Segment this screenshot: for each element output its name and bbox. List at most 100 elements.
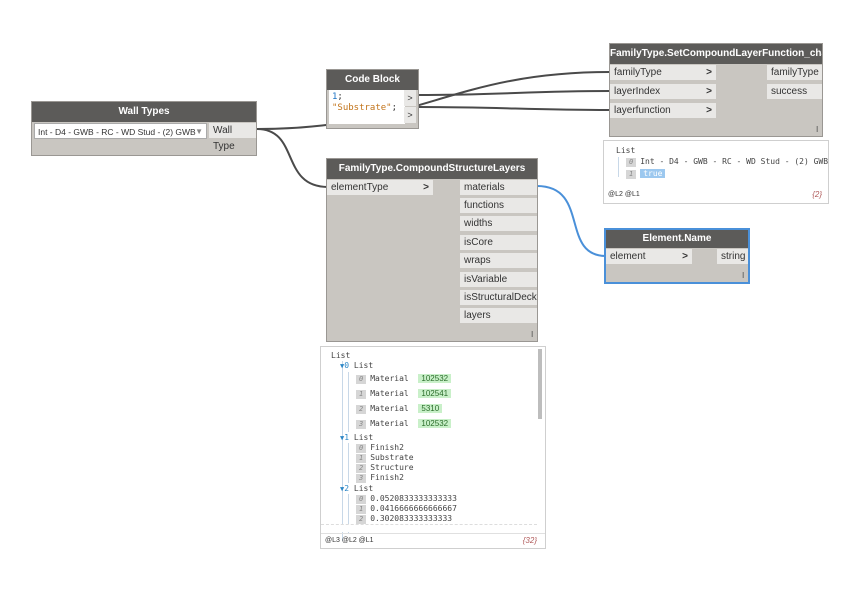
node-title: FamilyType.SetCompoundLayerFunction_chad (610, 44, 822, 64)
index-badge: 1 (356, 505, 367, 514)
output-port-isvariable[interactable]: isVariable (460, 272, 537, 288)
index-badge: 1 (626, 170, 637, 179)
preview-fade (321, 524, 537, 532)
port-label: Wall Type (213, 125, 235, 152)
port-label: layers (464, 310, 491, 321)
output-port-isstructuraldeck[interactable]: isStructuralDeck (460, 290, 537, 306)
output-port-materials[interactable]: materials (460, 180, 537, 196)
output-port-functions[interactable]: functions (460, 198, 537, 214)
port-label: layerfunction (614, 105, 671, 116)
preview-value: Finish2 (370, 443, 404, 452)
code-string: "Substrate" (332, 103, 392, 113)
preview-value: 0.0416666666666667 (370, 504, 457, 513)
output-port-string[interactable]: string (717, 249, 748, 265)
port-label: isStructuralDeck (464, 292, 537, 303)
input-port-familytype[interactable]: familyType > (610, 65, 716, 81)
list-index: 2 (344, 484, 350, 493)
preview-item: 3 Finish2 (356, 473, 404, 483)
output-port-familytype[interactable]: familyType (767, 65, 822, 81)
element-id[interactable]: 102541 (418, 389, 452, 398)
preview-item: 0 0.0520833333333333 (356, 494, 457, 504)
set-layer-function-node[interactable]: FamilyType.SetCompoundLayerFunction_chad… (609, 43, 823, 137)
output-port-layers[interactable]: layers (460, 308, 537, 324)
node-title: Code Block (327, 70, 418, 90)
chevron-down-icon[interactable]: ▼ (195, 124, 203, 138)
preview-item: 1 true (626, 169, 666, 179)
preview-item: 1 Substrate (356, 453, 414, 463)
preview-root: List (616, 146, 636, 155)
output-port-line1[interactable]: > (404, 90, 416, 106)
dropdown-value: Int - D4 - GWB - RC - WD Stud - (2) GWB (38, 127, 196, 137)
input-port-layerindex[interactable]: layerIndex > (610, 84, 716, 100)
list-label: List (353, 484, 374, 493)
port-label: functions (464, 200, 505, 211)
wire-code1-to-layerindex (417, 90, 611, 96)
lacing-indicator[interactable]: l (816, 125, 818, 134)
index-badge: 2 (356, 464, 367, 473)
output-port-success[interactable]: success (767, 84, 822, 100)
index-badge: 2 (356, 405, 367, 414)
preview-value: true (640, 169, 666, 178)
port-label: wraps (464, 255, 491, 266)
port-label: isVariable (464, 274, 508, 285)
port-label: layerIndex (614, 86, 661, 97)
code-semicolon: ; (337, 92, 343, 102)
index-badge: 3 (356, 474, 367, 483)
preview-item: 2 Structure (356, 463, 414, 473)
code-editor[interactable]: 1; "Substrate"; (329, 90, 405, 124)
output-port-wraps[interactable]: wraps (460, 253, 537, 269)
preview-value: 0.302083333333333 (370, 514, 453, 523)
index-badge: 0 (626, 158, 637, 167)
element-id[interactable]: 102532 (418, 374, 452, 383)
compound-layers-preview[interactable]: List ▼0 List 0 Material 102532 1 Material … (320, 346, 546, 549)
port-label: materials (464, 182, 505, 193)
port-label: elementType (331, 182, 389, 193)
set-layer-preview[interactable]: List 0 Int - D4 - GWB - RC - WD Stud - (2… (603, 140, 829, 204)
wire-materials-to-element (536, 185, 607, 257)
preview-item: 0 Finish2 (356, 443, 404, 453)
wall-types-node[interactable]: Wall Types Int - D4 - GWB - RC - WD Stud… (31, 101, 257, 156)
graph-canvas[interactable]: Wall Types Int - D4 - GWB - RC - WD Stud… (0, 0, 860, 590)
output-port-wall-type[interactable]: Wall Type (209, 123, 256, 152)
wall-type-dropdown[interactable]: Int - D4 - GWB - RC - WD Stud - (2) GWB … (34, 123, 207, 139)
output-port-iscore[interactable]: isCore (460, 235, 537, 251)
preview-item: 2 Material 5310 (356, 404, 443, 414)
preview-list[interactable]: ▼0 List (340, 361, 373, 371)
index-badge: 0 (356, 495, 367, 504)
preview-list[interactable]: ▼1 List (340, 433, 373, 443)
preview-item: 1 0.0416666666666667 (356, 504, 457, 514)
node-title: FamilyType.CompoundStructureLayers (327, 159, 537, 179)
item-count: {2} (812, 190, 822, 199)
compound-structure-layers-node[interactable]: FamilyType.CompoundStructureLayers eleme… (326, 158, 538, 342)
node-title: Wall Types (32, 102, 256, 122)
input-port-layerfunction[interactable]: layerfunction > (610, 103, 716, 119)
divider (321, 533, 545, 534)
input-port-element[interactable]: element > (606, 249, 692, 265)
list-levels[interactable]: @L3 @L2 @L1 (325, 537, 374, 544)
output-port-line2[interactable]: > (404, 107, 416, 123)
preview-item: 0 Int - D4 - GWB - RC - WD Stud - (2) GWB (626, 157, 828, 167)
index-badge: 1 (356, 454, 367, 463)
chevron-right-icon: > (706, 86, 712, 97)
lacing-indicator[interactable]: l (742, 271, 744, 280)
preview-list[interactable]: ▼2 List (340, 484, 373, 494)
preview-item: 0 Material 102532 (356, 374, 452, 384)
port-label: success (771, 86, 808, 97)
element-name-node[interactable]: Element.Name element > string l (604, 228, 750, 284)
list-index: 1 (344, 433, 350, 442)
lacing-indicator[interactable]: l (531, 330, 533, 339)
preview-scrollbar[interactable] (538, 349, 542, 419)
chevron-right-icon: > (706, 105, 712, 116)
preview-item: 3 Material 102532 (356, 419, 452, 429)
input-port-elementtype[interactable]: elementType > (327, 180, 433, 196)
preview-value: Material (370, 389, 409, 398)
index-badge: 1 (356, 390, 367, 399)
list-levels[interactable]: @L2 @L1 (608, 191, 640, 198)
element-id[interactable]: 5310 (418, 404, 443, 413)
preview-value: Substrate (370, 453, 414, 462)
output-port-widths[interactable]: widths (460, 216, 537, 232)
preview-value: Material (370, 374, 409, 383)
code-block-node[interactable]: Code Block 1; "Substrate"; > > (326, 69, 419, 129)
chevron-right-icon: > (706, 67, 712, 78)
element-id[interactable]: 102532 (418, 419, 452, 428)
